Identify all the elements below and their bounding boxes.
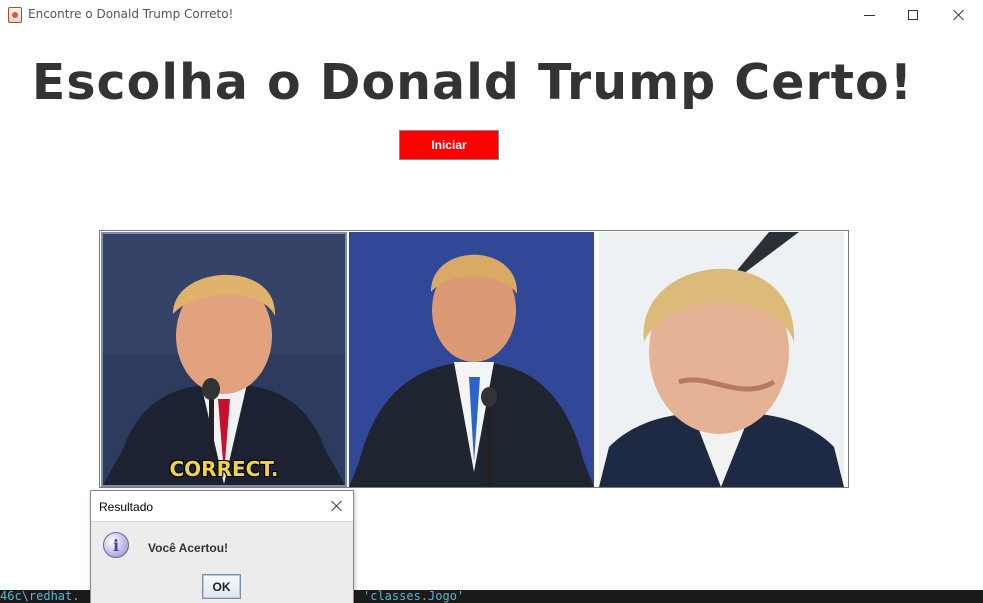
dialog-close-button[interactable] (329, 498, 345, 514)
close-icon (331, 500, 343, 512)
trump-photo-2 (349, 232, 594, 487)
start-button[interactable]: Iniciar (399, 130, 499, 160)
trump-image-1[interactable]: CORRECT. (101, 232, 347, 487)
dialog-message: Você Acertou! (148, 541, 229, 555)
maximize-button[interactable] (890, 0, 936, 30)
close-window-button[interactable] (936, 0, 982, 30)
page-title: Escolha o Donald Trump Certo! (31, 54, 914, 111)
trump-image-3[interactable] (599, 232, 844, 487)
java-cup-icon (8, 7, 22, 23)
window-title: Encontre o Donald Trump Correto! (28, 7, 234, 21)
dialog-title: Resultado (99, 500, 154, 514)
image-caption: CORRECT. (169, 457, 279, 481)
result-dialog: Resultado i Você Acertou! OK (90, 490, 354, 603)
trump-image-2[interactable] (349, 232, 594, 487)
window-titlebar: Encontre o Donald Trump Correto! (0, 0, 983, 30)
image-grid: CORRECT. (99, 230, 849, 488)
close-icon (953, 9, 965, 21)
dialog-body: i Você Acertou! OK (91, 521, 353, 603)
minimize-button[interactable] (846, 0, 892, 30)
minimize-icon (863, 14, 875, 16)
ok-button[interactable]: OK (202, 574, 241, 599)
trump-photo-3 (599, 232, 844, 487)
trump-photo-1 (103, 234, 345, 485)
terminal-text-right: 'classes.Jogo' (363, 590, 465, 603)
terminal-text-left: 46c\redhat. (0, 590, 80, 603)
info-icon: i (103, 532, 129, 558)
maximize-icon (908, 10, 918, 20)
